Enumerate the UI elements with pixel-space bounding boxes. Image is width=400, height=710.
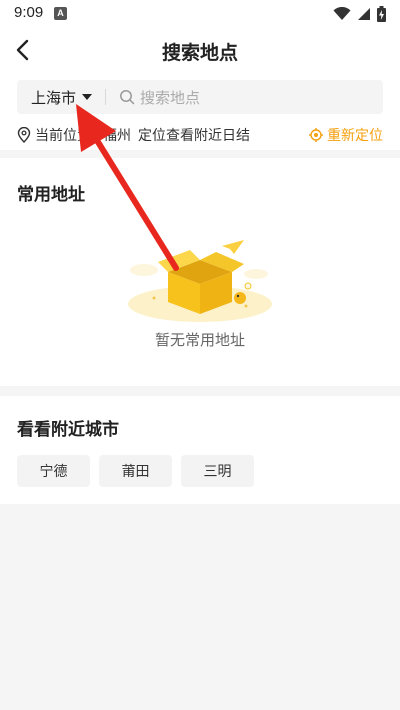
search-placeholder: 搜索地点 — [140, 88, 201, 107]
location-pin-icon — [17, 127, 31, 143]
current-location-city: 福州 — [103, 128, 131, 144]
city-selector[interactable]: 上海市 — [31, 80, 93, 114]
nearby-cities-title: 看看附近城市 — [17, 420, 119, 440]
nav-bar: 搜索地点 — [0, 28, 400, 72]
relocate-label: 重新定位 — [327, 128, 383, 144]
status-time: 9:09 — [14, 4, 44, 21]
page-title: 搜索地点 — [161, 42, 238, 64]
locate-target-icon — [309, 128, 323, 142]
location-row: 当前位置 福州 定位查看附近日结 重新定位 — [0, 120, 400, 150]
common-address-title: 常用地址 — [17, 185, 85, 205]
battery-charging-icon — [377, 6, 386, 22]
city-selector-label: 上海市 — [31, 88, 77, 107]
empty-state-text: 暂无常用地址 — [154, 331, 245, 349]
search-box: 上海市 搜索地点 — [17, 80, 383, 114]
current-location-hint: 定位查看附近日结 — [138, 128, 250, 144]
nearby-cities-card: 看看附近城市 宁德 莆田 三明 — [0, 396, 400, 504]
notification-badge: A — [54, 7, 67, 20]
common-address-card: 常用地址 暂无常用地址 — [0, 158, 400, 386]
search-divider — [105, 89, 106, 105]
current-location: 当前位置 福州 定位查看附近日结 — [17, 125, 250, 145]
status-icons — [333, 5, 386, 23]
search-area: 上海市 搜索地点 — [0, 72, 400, 120]
search-icon — [120, 90, 135, 105]
current-location-label: 当前位置 — [35, 128, 91, 144]
signal-icon — [358, 8, 370, 20]
empty-box-illustration — [128, 240, 272, 322]
status-bar: 9:09 A — [0, 0, 400, 28]
caret-down-icon — [82, 94, 93, 100]
city-chip[interactable]: 宁德 — [17, 455, 90, 487]
city-chips: 宁德 莆田 三明 — [17, 455, 254, 487]
wifi-icon — [333, 7, 351, 20]
search-input[interactable]: 搜索地点 — [119, 80, 369, 114]
city-chip[interactable]: 三明 — [181, 455, 254, 487]
city-chip[interactable]: 莆田 — [99, 455, 172, 487]
relocate-button[interactable]: 重新定位 — [309, 125, 383, 145]
